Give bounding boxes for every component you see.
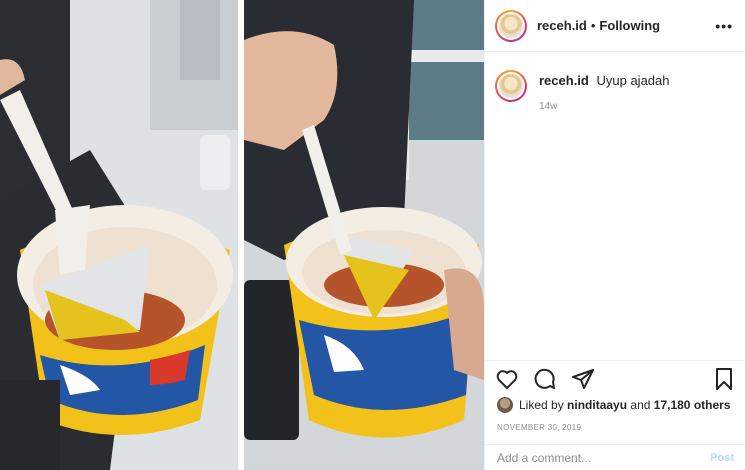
caption-text: receh.id Uyup ajadah (539, 70, 669, 89)
post-header: receh.id • Following ••• (485, 0, 745, 52)
photo-right (244, 0, 484, 470)
avatar-ring (497, 72, 525, 100)
liked-by-user[interactable]: ninditaayu (567, 398, 627, 412)
caption-username[interactable]: receh.id (539, 73, 589, 88)
caption-avatar[interactable] (495, 70, 527, 102)
photo-left (0, 0, 238, 470)
noodle-cup-photo-left (0, 0, 238, 470)
comment-icon[interactable] (533, 367, 557, 391)
noodle-cup-photo-right (244, 0, 484, 470)
liked-by-prefix: Liked by (519, 398, 564, 412)
author-username[interactable]: receh.id (537, 18, 587, 33)
avatar-ring (497, 11, 525, 40)
post-date[interactable]: NOVEMBER 30, 2019 (497, 423, 581, 432)
comment-input[interactable] (497, 450, 711, 465)
comment-form: Post (485, 444, 745, 470)
liker-avatar[interactable] (497, 397, 513, 413)
post-media[interactable] (0, 0, 484, 470)
action-bar (485, 360, 745, 396)
bookmark-icon[interactable] (712, 367, 736, 391)
caption-message: Uyup ajadah (596, 73, 670, 88)
separator-dot: • (590, 18, 596, 33)
caption-timestamp[interactable]: 14w (539, 101, 669, 112)
liked-by-others[interactable]: 17,180 others (654, 398, 731, 412)
caption: receh.id Uyup ajadah 14w (485, 52, 745, 112)
more-options-icon[interactable]: ••• (715, 18, 733, 34)
avatar-image (499, 74, 523, 98)
likes-summary: Liked by ninditaayu and 17,180 others (497, 397, 731, 413)
heart-icon[interactable] (495, 367, 519, 391)
author-avatar[interactable] (495, 9, 527, 42)
caption-body: receh.id Uyup ajadah 14w (539, 70, 669, 112)
post-comment-button[interactable]: Post (710, 452, 734, 464)
avatar-image (499, 13, 523, 38)
following-button[interactable]: Following (599, 18, 660, 33)
paper-plane-icon[interactable] (571, 367, 595, 391)
liked-by-middle: and (630, 398, 651, 412)
post-sidebar: receh.id • Following ••• receh.id Uyup a… (484, 0, 745, 470)
